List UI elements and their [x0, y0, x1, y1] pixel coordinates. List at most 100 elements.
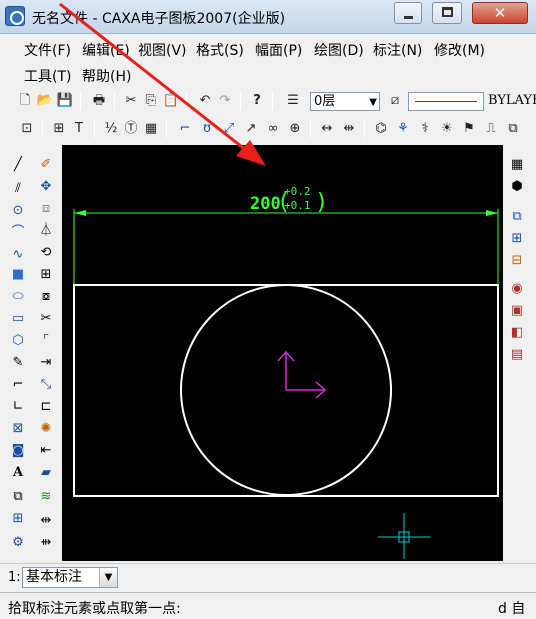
dimension-style-icon[interactable]: ½ [102, 120, 120, 138]
extend-icon[interactable]: ⇥ [36, 353, 56, 373]
break-icon[interactable]: ⤡ [36, 375, 56, 395]
mirror-icon[interactable]: ⏃ [36, 221, 56, 241]
stretch-icon[interactable]: ⊏ [36, 397, 56, 417]
spline-icon[interactable]: ∿ [8, 245, 28, 265]
menu-format[interactable]: 格式(S) [196, 40, 244, 60]
point-icon[interactable]: ■ [8, 265, 28, 285]
block-icon[interactable]: ⌬ [372, 120, 390, 138]
layer-manager-icon[interactable]: ☰ [284, 92, 302, 110]
construct-icon[interactable]: ⊞ [8, 509, 28, 529]
zoom-window-icon[interactable]: ⊞ [50, 120, 68, 138]
library-icon[interactable]: ◉ [507, 279, 527, 299]
linetype-value[interactable]: BYLAYER [488, 93, 536, 108]
text-tool-icon[interactable]: A [8, 463, 28, 483]
line-tool-icon[interactable]: ╱ [8, 155, 28, 175]
gear-icon[interactable]: ⚙ [8, 533, 28, 553]
block-create-icon[interactable]: ⧉ [8, 487, 28, 507]
minimize-button[interactable] [394, 2, 422, 24]
paste-icon[interactable]: 📋 [162, 92, 180, 110]
dimension-mode-select[interactable]: 基本标注 ▼ [22, 567, 118, 588]
parts-list-icon[interactable]: ⧉ [507, 207, 527, 227]
layer-select[interactable]: 0层 ▼ [310, 92, 380, 111]
menu-sheet[interactable]: 幅面(P) [255, 40, 302, 60]
balloon-icon[interactable]: ⊞ [507, 229, 527, 249]
arc-snap-icon[interactable]: ʊ [198, 120, 216, 138]
table-icon[interactable]: ▦ [142, 120, 160, 138]
insert-block-icon[interactable]: ⚘ [394, 120, 412, 138]
new-file-icon[interactable]: 🗋 [16, 92, 34, 110]
pen-icon[interactable]: ✎ [8, 353, 28, 373]
dimension-tool-icon[interactable]: ⇹ [36, 511, 56, 531]
print-icon[interactable]: 🖶 [90, 92, 108, 110]
image-icon[interactable]: ☀ [438, 120, 456, 138]
menu-help[interactable]: 帮助(H) [82, 66, 131, 86]
redraw-icon[interactable]: ⊡ [18, 120, 36, 138]
snap-icon[interactable]: ⌐ [176, 120, 194, 138]
frame-icon[interactable]: ▦ [507, 155, 527, 175]
linear-dimension[interactable]: 200 ( +0.2 +0.1 ) [73, 185, 499, 285]
cut-icon[interactable]: ✂ [122, 92, 140, 110]
fillet-icon[interactable]: ⌜ [36, 331, 56, 351]
explode-icon[interactable]: ⚕ [416, 120, 434, 138]
title-block-icon[interactable]: ⬢ [507, 177, 527, 197]
crosshair-cursor [378, 513, 430, 559]
eraser-icon[interactable]: ✐ [36, 155, 56, 175]
menu-draw[interactable]: 绘图(D) [314, 40, 364, 60]
array-icon[interactable]: ⎍ [482, 120, 500, 138]
tolerance-icon[interactable]: ⇻ [36, 533, 56, 553]
caxa-app-icon[interactable] [5, 6, 25, 26]
toolbar-separator [42, 120, 43, 138]
center-snap-icon[interactable]: ⊕ [286, 120, 304, 138]
tangent-icon[interactable]: ⤢ [220, 120, 238, 138]
menu-view[interactable]: 视图(V) [138, 40, 187, 60]
drawing-canvas[interactable]: 200 ( +0.2 +0.1 ) [62, 145, 503, 561]
save-icon[interactable]: 💾 [56, 92, 74, 110]
layer-change-icon[interactable]: ≋ [36, 487, 56, 507]
ellipse-icon[interactable]: ⬭ [8, 287, 28, 307]
hatch-icon[interactable]: ⊠ [8, 419, 28, 439]
trim-icon[interactable]: ✂ [36, 309, 56, 329]
property-brush-icon[interactable]: ▰ [36, 463, 56, 483]
open-file-icon[interactable]: 📂 [36, 92, 54, 110]
distance-icon[interactable]: ↔ [318, 120, 336, 138]
move-icon[interactable]: ✥ [36, 177, 56, 197]
bom-edit-icon[interactable]: ⊟ [507, 251, 527, 271]
help-pointer-icon[interactable]: ? [248, 92, 266, 110]
text-style-icon[interactable]: T [70, 120, 88, 138]
circle-snap-icon[interactable]: ∞ [264, 120, 282, 138]
menu-file[interactable]: 文件(F) [24, 40, 71, 60]
close-button[interactable]: ✕ [472, 2, 528, 24]
layout-icon[interactable]: ⧉ [504, 120, 522, 138]
maximize-button[interactable] [432, 2, 462, 24]
polyline-icon[interactable]: ⌐ [8, 375, 28, 395]
redo-icon[interactable]: ↷ [216, 92, 234, 110]
align-icon[interactable]: ⇤ [36, 441, 56, 461]
copy-icon[interactable]: ⎘ [142, 92, 160, 110]
library-define-icon[interactable]: ◧ [507, 323, 527, 343]
copy-move-icon[interactable]: ⧈ [36, 199, 56, 219]
text-edit-icon[interactable]: Ⓣ [122, 120, 140, 138]
measure-icon[interactable]: ⇹ [340, 120, 358, 138]
explode-tool-icon[interactable]: ✺ [36, 419, 56, 439]
fill-icon[interactable]: ◙ [8, 441, 28, 461]
pick-icon[interactable]: ↗ [242, 120, 260, 138]
library-query-icon[interactable]: ▣ [507, 301, 527, 321]
linetype-preview[interactable] [408, 92, 484, 111]
menu-dimension[interactable]: 标注(N) [373, 40, 422, 60]
linetype-icon[interactable]: ⧄ [386, 92, 404, 110]
array-tool-icon[interactable]: ⊞ [36, 265, 56, 285]
property-icon[interactable]: ⚑ [460, 120, 478, 138]
menu-edit[interactable]: 编辑(E) [82, 40, 130, 60]
scale-icon[interactable]: ⧇ [36, 287, 56, 307]
undo-icon[interactable]: ↶ [196, 92, 214, 110]
menu-tools[interactable]: 工具(T) [24, 66, 71, 86]
library-manage-icon[interactable]: ▤ [507, 345, 527, 365]
rotate-icon[interactable]: ⟲ [36, 243, 56, 263]
menu-modify[interactable]: 修改(M) [434, 40, 485, 60]
rectangle-icon[interactable]: ▭ [8, 309, 28, 329]
circle-tool-icon[interactable]: ⊙ [8, 201, 28, 221]
centerline-icon[interactable]: ∟ [8, 397, 28, 417]
polygon-icon[interactable]: ⬡ [8, 331, 28, 351]
arc-tool-icon[interactable]: ⌒ [8, 223, 28, 243]
parallel-line-icon[interactable]: ⫽ [8, 179, 28, 199]
